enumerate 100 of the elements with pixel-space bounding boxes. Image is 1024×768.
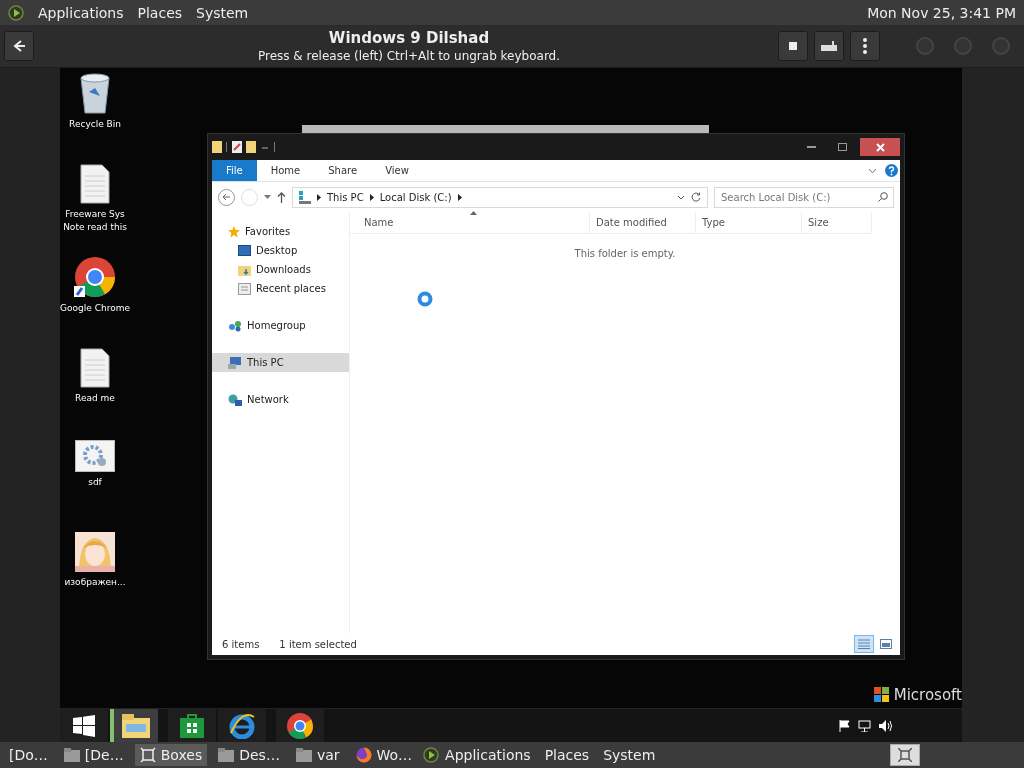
empty-folder-message: This folder is empty.	[574, 248, 676, 259]
close-icon	[875, 142, 885, 152]
sort-arrow-icon	[470, 211, 477, 215]
clock[interactable]: Mon Nov 25, 3:41 PM	[867, 4, 1016, 21]
file-explorer-icon	[122, 713, 150, 738]
star-icon	[228, 225, 240, 238]
chevron-down-icon	[868, 167, 877, 174]
menu-icon	[863, 38, 867, 54]
back-arrow-icon	[222, 193, 231, 201]
window-list-button[interactable]: [Do…	[4, 744, 53, 766]
nav-item[interactable]: Downloads	[212, 260, 349, 279]
firefox-icon	[355, 747, 372, 763]
settings-icon	[75, 440, 115, 472]
stop-button[interactable]	[778, 31, 808, 61]
desktop-icon-label[interactable]: Recycle Bin	[60, 118, 130, 131]
desktop-icon-label[interactable]: Google Chrome	[60, 302, 130, 315]
panel-menu[interactable]: System	[603, 747, 656, 763]
internet-explorer-icon	[229, 712, 255, 739]
search-field[interactable]: Search Local Disk (C:)	[714, 186, 894, 208]
document-icon	[80, 164, 110, 204]
ribbon-tab[interactable]: File	[212, 160, 257, 181]
folder-icon	[218, 748, 235, 762]
panel-menu[interactable]: System	[196, 4, 249, 21]
maximize-icon	[837, 143, 847, 151]
status-text: 1 item selected	[279, 638, 357, 650]
nav-item[interactable]: Desktop	[212, 241, 349, 260]
document-icon	[80, 348, 110, 388]
refresh-icon	[691, 192, 701, 202]
taskbar-button[interactable]	[168, 708, 216, 743]
loading-spinner-icon	[417, 291, 433, 307]
keyboard-button[interactable]	[814, 31, 844, 61]
folder-icon	[295, 748, 312, 762]
boxes-icon	[139, 747, 156, 763]
breadcrumb-arrow-icon	[369, 193, 374, 201]
up-arrow-icon	[277, 191, 286, 203]
taskbar-button[interactable]	[60, 708, 108, 743]
breadcrumb-item[interactable]: This PC	[327, 191, 364, 203]
taskbar-button[interactable]	[276, 708, 324, 743]
panel-menu[interactable]: Applications	[445, 747, 531, 763]
breadcrumb-item[interactable]: Local Disk (C:)	[379, 191, 452, 203]
nav-item[interactable]: Homegroup	[212, 316, 349, 335]
tiles-icon	[880, 639, 892, 649]
boxes-icon	[898, 748, 912, 762]
flag-icon	[839, 719, 850, 732]
menu-button[interactable]	[850, 31, 880, 61]
window-list-button[interactable]: Wo…	[350, 744, 418, 766]
back-button[interactable]	[4, 31, 34, 61]
subtitle: Press & release (left) Ctrl+Alt to ungrab keyboard.	[257, 49, 561, 63]
recent-places-icon	[238, 282, 251, 295]
search-icon	[878, 191, 888, 202]
homegroup-icon	[228, 319, 242, 332]
desktop-icon-label[interactable]: sdf	[60, 476, 130, 489]
back-arrow-icon	[12, 39, 26, 53]
recycle-bin-icon	[78, 72, 112, 114]
taskbar-button[interactable]	[218, 708, 266, 743]
window-list-button[interactable]: [De…	[58, 744, 129, 766]
panel-menu[interactable]: Places	[544, 747, 590, 763]
chevron-down-icon	[677, 194, 685, 200]
chrome-icon	[74, 256, 116, 298]
volume-icon	[879, 719, 892, 732]
window-list-button[interactable]: Boxes	[134, 744, 208, 766]
nav-item[interactable]: This PC	[212, 353, 349, 372]
nav-item[interactable]: Recent places	[212, 279, 349, 298]
minimize-icon	[806, 146, 816, 148]
panel-menu[interactable]: Places	[137, 4, 183, 21]
breadcrumb-arrow-icon	[457, 193, 462, 201]
windows-logo-icon	[73, 714, 95, 737]
nav-item[interactable]: Network	[212, 390, 349, 409]
drive-icon	[299, 190, 311, 204]
close-button[interactable]	[860, 138, 900, 156]
taskbar-button[interactable]	[110, 708, 158, 743]
chrome-icon	[286, 711, 314, 740]
nav-item[interactable]: Favorites	[212, 222, 349, 241]
desktop-icon	[238, 245, 251, 256]
desktop-icon-label[interactable]: Freeware Sys Note read this	[60, 208, 130, 234]
keyboard-icon	[821, 41, 837, 51]
windows-flag-icon	[873, 687, 890, 703]
desktop-icon-label[interactable]: изображен...	[60, 576, 130, 589]
gnome-icon	[8, 4, 24, 21]
store-icon	[180, 713, 204, 738]
computer-icon	[228, 356, 242, 369]
brand-text: Microsoft	[893, 686, 962, 704]
details-icon	[858, 639, 870, 649]
window-list-button[interactable]: var	[290, 744, 345, 766]
window-list-button[interactable]: Des…	[213, 744, 285, 766]
network-tray-icon	[858, 719, 871, 732]
folder-icon	[238, 263, 251, 276]
workspace-switcher[interactable]	[890, 744, 920, 766]
address-bar[interactable]: This PC Local Disk (C:)	[292, 186, 708, 208]
network-icon	[228, 393, 242, 406]
panel-menu[interactable]: Applications	[38, 4, 124, 21]
window-title: Windows 9 Dilshad	[328, 29, 490, 47]
gnome-icon	[423, 747, 440, 763]
stop-icon	[789, 42, 797, 50]
details-view-button[interactable]	[854, 635, 874, 653]
folder-icon	[63, 748, 80, 762]
desktop-icon-label[interactable]: Read me	[60, 392, 130, 405]
breadcrumb-arrow-icon	[317, 193, 321, 201]
status-text: 6 items	[222, 638, 260, 650]
chevron-down-icon	[264, 195, 271, 199]
